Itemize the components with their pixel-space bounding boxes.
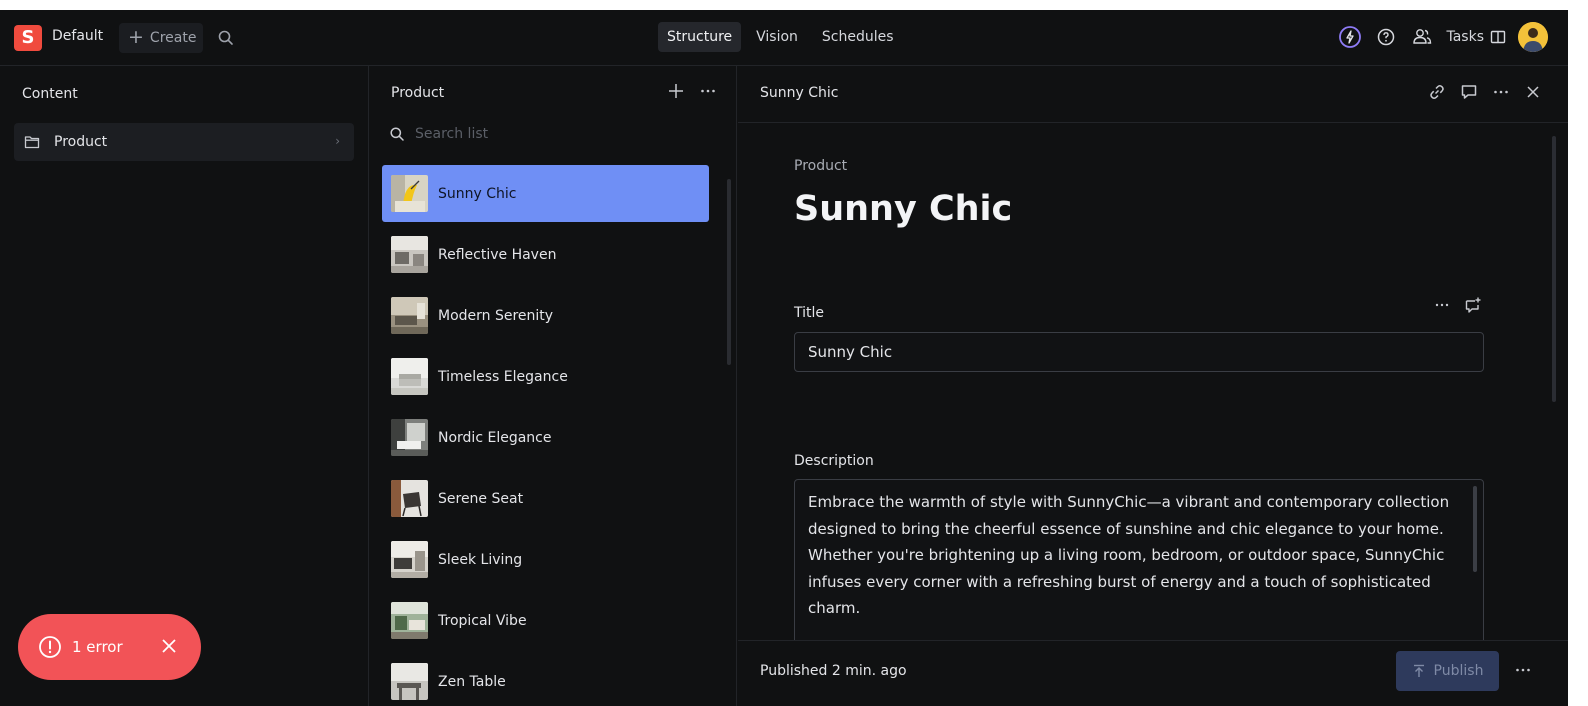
close-icon[interactable] [1524,83,1542,101]
tasks-label: Tasks [1446,29,1484,45]
list-item-label: Sleek Living [438,551,523,568]
error-icon [39,636,61,658]
product-thumbnail [391,358,428,395]
more-icon[interactable] [1434,297,1450,313]
top-bar: S Default + Create Structure Vision Sche… [0,10,1568,66]
more-icon[interactable] [699,82,717,100]
description-text: Embrace the warmth of style with SunnyCh… [808,493,1450,617]
document-pane-title: Sunny Chic [760,85,839,101]
content-pane-title: Content [22,86,78,102]
more-icon[interactable] [1492,83,1510,101]
document-pane: Sunny Chic Product Sunny Chic Title Desc… [738,66,1568,706]
main-nav: Structure Vision Schedules [658,22,903,52]
product-list-pane: Product Sunny Chic Reflective Haven [369,66,737,706]
comment-icon[interactable] [1460,83,1478,101]
product-thumbnail [391,175,428,212]
tasks-button[interactable]: Tasks [1446,29,1506,45]
list-item-label: Serene Seat [438,490,524,507]
list-actions [667,82,717,100]
product-list: Sunny Chic Reflective Haven Modern Seren… [382,165,709,706]
workspace-logo[interactable]: S [14,25,42,51]
link-icon[interactable] [1428,83,1446,101]
product-thumbnail [391,541,428,578]
product-thumbnail [391,480,428,517]
help-icon[interactable] [1374,25,1398,49]
description-field-label: Description [794,453,874,469]
add-comment-icon[interactable] [1464,296,1482,314]
bolt-icon[interactable] [1338,25,1362,49]
product-thumbnail [391,419,428,456]
product-thumbnail [391,297,428,334]
list-item[interactable]: Sleek Living [382,531,709,588]
list-item-label: Timeless Elegance [438,368,568,385]
publish-button[interactable]: Publish [1396,651,1499,691]
content-folder-product[interactable]: Product › [14,123,354,161]
list-item[interactable]: Reflective Haven [382,226,709,283]
plus-icon: + [128,25,144,48]
search-input[interactable] [415,126,695,142]
product-thumbnail [391,663,428,700]
publish-icon [1413,664,1424,677]
document-type-label: Product [794,158,848,174]
list-item-label: Modern Serenity [438,307,554,324]
list-item[interactable]: Serene Seat [382,470,709,527]
nav-schedules[interactable]: Schedules [813,22,903,52]
chevron-right-icon: › [335,134,340,148]
list-item[interactable]: Timeless Elegance [382,348,709,405]
list-item[interactable]: Zen Table [382,653,709,706]
title-field-label: Title [794,305,825,321]
title-field-actions [1434,296,1482,314]
folder-label: Product [54,134,108,150]
more-icon[interactable] [1514,661,1532,683]
list-item[interactable]: Tropical Vibe [382,592,709,649]
nav-vision[interactable]: Vision [747,22,807,52]
list-item-label: Zen Table [438,673,506,690]
document-header-actions [1428,83,1542,101]
list-scrollbar[interactable] [727,179,731,365]
panel-icon [1490,30,1506,44]
publish-label: Publish [1433,663,1484,679]
product-thumbnail [391,602,428,639]
list-item[interactable]: Nordic Elegance [382,409,709,466]
description-scrollbar[interactable] [1473,486,1477,572]
list-search [389,126,695,142]
list-item-label: Sunny Chic [438,185,517,202]
list-title: Product [391,85,445,101]
title-input[interactable] [794,332,1484,372]
avatar[interactable] [1518,22,1548,52]
folder-icon [24,136,40,149]
users-icon[interactable] [1410,25,1434,49]
product-thumbnail [391,236,428,273]
top-right-actions: Tasks [1338,22,1548,52]
studio-app: S Default + Create Structure Vision Sche… [0,10,1568,706]
add-icon[interactable] [667,82,685,100]
error-toast[interactable]: 1 error [18,614,201,680]
nav-structure[interactable]: Structure [658,22,742,52]
search-icon [390,127,404,141]
list-item-label: Reflective Haven [438,246,557,263]
list-item-label: Tropical Vibe [438,612,527,629]
document-scrollbar[interactable] [1552,136,1556,402]
error-toast-label: 1 error [72,638,123,656]
publish-status: Published 2 min. ago [760,663,907,679]
workspace-name[interactable]: Default [52,28,103,44]
list-header: Product [369,66,737,122]
content-pane: Content Product › [0,66,369,706]
create-button[interactable]: + Create [119,23,203,53]
list-item-label: Nordic Elegance [438,429,552,446]
document-footer: Published 2 min. ago Publish [738,640,1568,706]
create-label: Create [149,30,197,46]
document-heading: Sunny Chic [794,189,1013,229]
list-item[interactable]: Modern Serenity [382,287,709,344]
list-item[interactable]: Sunny Chic [382,165,709,222]
search-icon[interactable] [216,28,236,48]
document-header: Sunny Chic [738,66,1568,123]
close-icon[interactable] [159,636,179,656]
